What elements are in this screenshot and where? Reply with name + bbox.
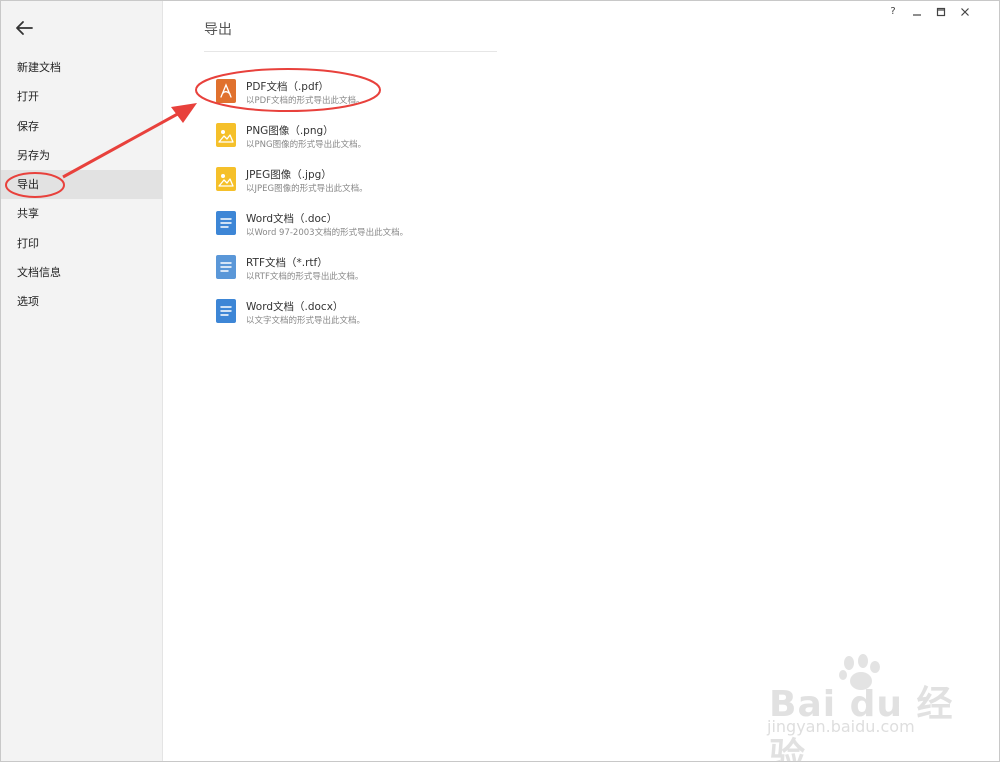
title-divider bbox=[204, 51, 497, 52]
window-controls: ? bbox=[881, 5, 977, 19]
back-arrow-icon[interactable] bbox=[13, 17, 35, 39]
export-option-name: JPEG图像（.jpg） bbox=[246, 169, 332, 181]
export-option-desc: 以RTF文档的形式导出此文档。 bbox=[246, 272, 364, 282]
export-option-desc: 以Word 97-2003文档的形式导出此文档。 bbox=[246, 228, 409, 238]
image-icon bbox=[216, 167, 236, 191]
export-option-name: PNG图像（.png） bbox=[246, 125, 334, 137]
export-option-desc: 以PDF文档的形式导出此文档。 bbox=[246, 96, 365, 106]
export-option-name: Word文档（.docx） bbox=[246, 301, 344, 313]
minimize-icon[interactable] bbox=[905, 5, 929, 19]
sidebar-item-save[interactable]: 保存 bbox=[1, 112, 163, 141]
export-option-png[interactable]: PNG图像（.png） 以PNG图像的形式导出此文档。 bbox=[214, 117, 514, 161]
export-option-docx[interactable]: Word文档（.docx） 以文字文档的形式导出此文档。 bbox=[214, 293, 514, 337]
export-option-rtf[interactable]: RTF文档（*.rtf） 以RTF文档的形式导出此文档。 bbox=[214, 249, 514, 293]
sidebar-item-options[interactable]: 选项 bbox=[1, 287, 163, 316]
sidebar-item-doc-info[interactable]: 文档信息 bbox=[1, 258, 163, 287]
export-option-desc: 以PNG图像的形式导出此文档。 bbox=[246, 140, 367, 150]
maximize-icon[interactable] bbox=[929, 5, 953, 19]
export-option-doc[interactable]: Word文档（.doc） 以Word 97-2003文档的形式导出此文档。 bbox=[214, 205, 514, 249]
sidebar-item-open[interactable]: 打开 bbox=[1, 82, 163, 111]
export-option-jpeg[interactable]: JPEG图像（.jpg） 以JPEG图像的形式导出此文档。 bbox=[214, 161, 514, 205]
export-option-pdf[interactable]: PDF文档（.pdf） 以PDF文档的形式导出此文档。 bbox=[214, 73, 514, 117]
export-option-name: RTF文档（*.rtf） bbox=[246, 257, 328, 269]
word-doc-icon bbox=[216, 299, 236, 323]
sidebar-item-export[interactable]: 导出 bbox=[1, 170, 163, 200]
pdf-icon bbox=[216, 79, 236, 103]
word-doc-icon bbox=[216, 211, 236, 235]
export-option-desc: 以文字文档的形式导出此文档。 bbox=[246, 316, 366, 326]
page-title: 导出 bbox=[204, 22, 232, 38]
help-button[interactable]: ? bbox=[881, 5, 905, 19]
image-icon bbox=[216, 123, 236, 147]
export-option-name: PDF文档（.pdf） bbox=[246, 81, 329, 93]
export-format-list: PDF文档（.pdf） 以PDF文档的形式导出此文档。 PNG图像（.png） … bbox=[214, 73, 514, 337]
sidebar-item-print[interactable]: 打印 bbox=[1, 229, 163, 258]
close-icon[interactable] bbox=[953, 5, 977, 19]
export-option-name: Word文档（.doc） bbox=[246, 213, 338, 225]
sidebar-item-new[interactable]: 新建文档 bbox=[1, 53, 163, 82]
sidebar-menu: 新建文档 打开 保存 另存为 导出 共享 打印 文档信息 选项 bbox=[1, 53, 163, 317]
app-window: 新建文档 打开 保存 另存为 导出 共享 打印 文档信息 选项 导出 PDF文档… bbox=[0, 0, 1000, 762]
sidebar-item-share[interactable]: 共享 bbox=[1, 199, 163, 228]
export-panel: 导出 PDF文档（.pdf） 以PDF文档的形式导出此文档。 PNG图像（.pn… bbox=[164, 1, 999, 761]
export-option-desc: 以JPEG图像的形式导出此文档。 bbox=[246, 184, 368, 194]
sidebar-item-save-as[interactable]: 另存为 bbox=[1, 141, 163, 170]
sidebar: 新建文档 打开 保存 另存为 导出 共享 打印 文档信息 选项 bbox=[1, 1, 163, 761]
rtf-doc-icon bbox=[216, 255, 236, 279]
